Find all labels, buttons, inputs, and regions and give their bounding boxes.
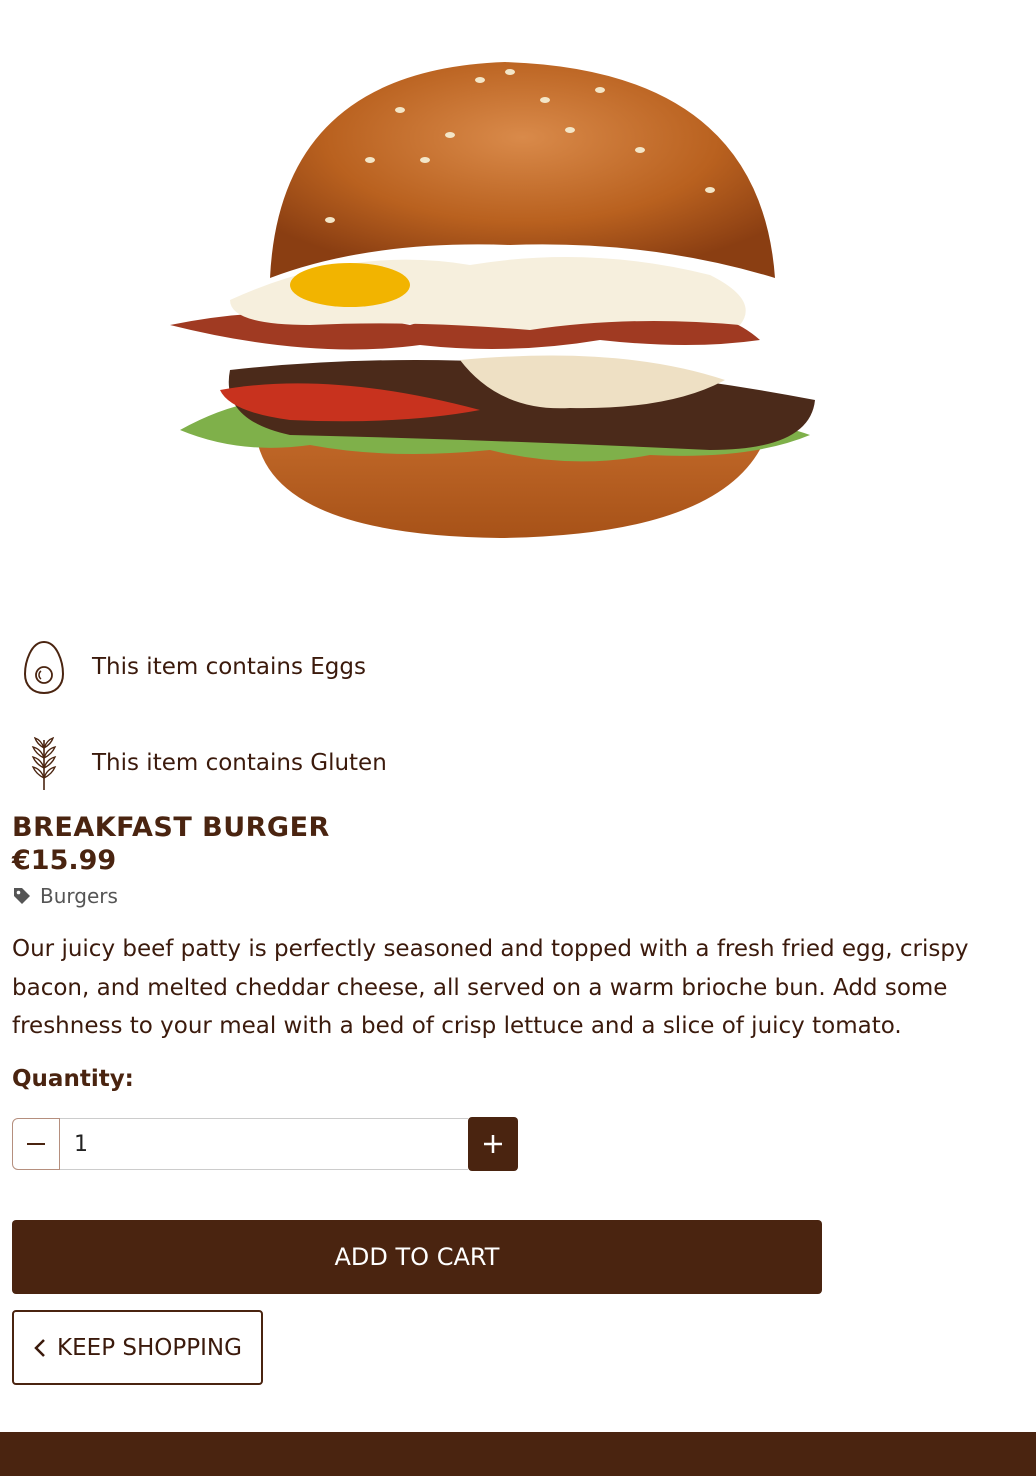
product-description: Our juicy beef patty is perfectly season… <box>12 936 969 1039</box>
product-category[interactable]: Burgers <box>12 884 118 908</box>
quantity-stepper: 1 <box>12 1117 518 1172</box>
allergen-gluten: This item contains Gluten <box>22 734 387 792</box>
product-image <box>170 62 815 538</box>
minus-icon <box>27 1143 45 1145</box>
product-title: BREAKFAST BURGER <box>12 812 330 843</box>
product-price: €15.99 <box>12 845 117 876</box>
allergen-eggs-label: This item contains Eggs <box>92 654 366 680</box>
quantity-input[interactable]: 1 <box>60 1118 468 1170</box>
plus-icon <box>484 1135 502 1153</box>
keep-shopping-label: KEEP SHOPPING <box>57 1334 242 1361</box>
chevron-left-icon <box>33 1337 47 1359</box>
increase-quantity-button[interactable] <box>468 1117 518 1171</box>
tag-icon <box>12 886 32 906</box>
allergen-eggs: This item contains Eggs <box>22 638 366 696</box>
footer-bar <box>0 1432 1036 1476</box>
egg-icon <box>22 638 66 696</box>
decrease-quantity-button[interactable] <box>12 1118 60 1170</box>
category-label[interactable]: Burgers <box>40 884 118 908</box>
keep-shopping-button[interactable]: KEEP SHOPPING <box>12 1310 263 1385</box>
wheat-icon <box>22 734 66 792</box>
add-to-cart-button[interactable]: ADD TO CART <box>12 1220 822 1294</box>
quantity-label: Quantity: <box>12 1066 134 1092</box>
allergen-gluten-label: This item contains Gluten <box>92 750 387 776</box>
product-image-area <box>0 0 1036 600</box>
